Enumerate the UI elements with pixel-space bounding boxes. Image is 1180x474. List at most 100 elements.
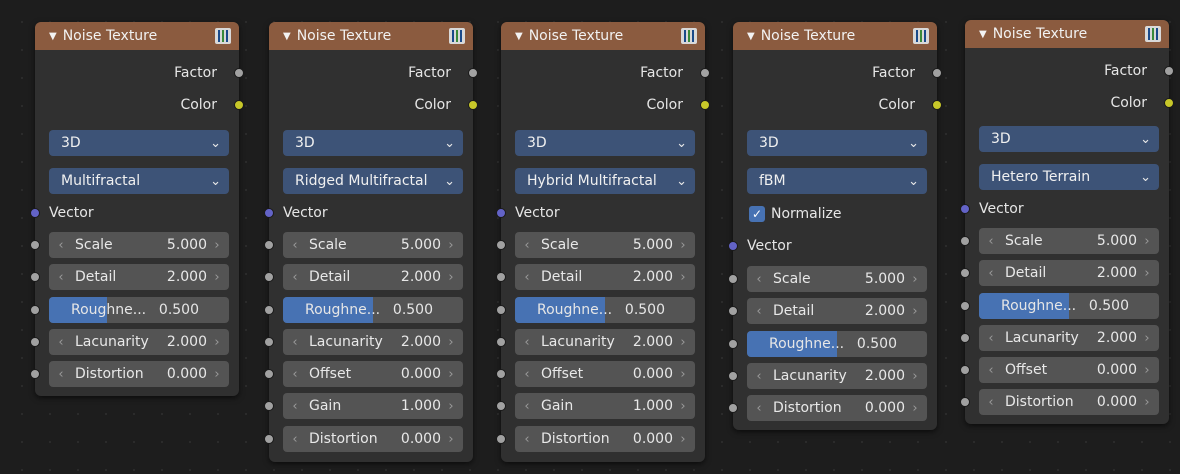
dimensions-dropdown[interactable]: 3D ⌄ [979,126,1159,152]
dimensions-dropdown[interactable]: 3D ⌄ [515,130,695,156]
increment-arrow-icon[interactable]: › [677,335,689,350]
lacunarity-field[interactable]: ‹ Lacunarity 2.000 › [49,329,229,355]
decrement-arrow-icon[interactable]: ‹ [55,238,67,253]
dimensions-dropdown[interactable]: 3D ⌄ [283,130,463,156]
decrement-arrow-icon[interactable]: ‹ [521,399,533,414]
checkmark-icon[interactable]: ✓ [749,206,765,222]
increment-arrow-icon[interactable]: › [909,401,921,416]
collapse-triangle-icon[interactable]: ▼ [49,31,57,42]
increment-arrow-icon[interactable]: › [677,432,689,447]
distortion-field[interactable]: ‹ Distortion 0.000 › [283,426,463,452]
vector-input-socket[interactable] [496,208,506,218]
increment-arrow-icon[interactable]: › [1141,234,1153,249]
roughness-slider[interactable]: Roughne... 0.500 [283,297,463,323]
scale-field[interactable]: ‹ Scale 5.000 › [49,232,229,258]
roughness-slider[interactable]: Roughne... 0.500 [747,331,927,357]
gain-input-socket[interactable] [496,401,506,411]
scale-input-socket[interactable] [496,240,506,250]
increment-arrow-icon[interactable]: › [445,238,457,253]
roughness-input-socket[interactable] [30,305,40,315]
node-header[interactable]: ▼ Noise Texture [965,20,1169,48]
decrement-arrow-icon[interactable]: ‹ [753,272,765,287]
roughness-input-socket[interactable] [960,301,970,311]
noise-texture-node-1[interactable]: ▼ Noise Texture Factor Color 3D ⌄ Multifr… [30,22,244,396]
lacunarity-field[interactable]: ‹ Lacunarity 2.000 › [283,329,463,355]
detail-field[interactable]: ‹ Detail 2.000 › [979,260,1159,286]
detail-field[interactable]: ‹ Detail 2.000 › [49,264,229,290]
distortion-input-socket[interactable] [728,403,738,413]
offset-input-socket[interactable] [496,369,506,379]
decrement-arrow-icon[interactable]: ‹ [289,432,301,447]
decrement-arrow-icon[interactable]: ‹ [985,395,997,410]
color-output-socket[interactable] [1164,98,1174,108]
decrement-arrow-icon[interactable]: ‹ [985,234,997,249]
gain-field[interactable]: ‹ Gain 1.000 › [515,393,695,419]
increment-arrow-icon[interactable]: › [909,369,921,384]
decrement-arrow-icon[interactable]: ‹ [753,401,765,416]
offset-field[interactable]: ‹ Offset 0.000 › [283,361,463,387]
roughness-slider[interactable]: Roughne... 0.500 [979,293,1159,319]
offset-input-socket[interactable] [960,365,970,375]
noise-texture-node-4[interactable]: ▼ Noise Texture Factor Color 3D ⌄ fBM ⌄ ✓ N… [728,22,942,430]
preview-toggle-icon[interactable] [913,28,929,44]
noise-texture-node-3[interactable]: ▼ Noise Texture Factor Color 3D ⌄ Hybrid … [496,22,710,462]
color-output-socket[interactable] [932,100,942,110]
decrement-arrow-icon[interactable]: ‹ [289,270,301,285]
distortion-input-socket[interactable] [496,434,506,444]
increment-arrow-icon[interactable]: › [211,238,223,253]
scale-field[interactable]: ‹ Scale 5.000 › [515,232,695,258]
decrement-arrow-icon[interactable]: ‹ [753,369,765,384]
increment-arrow-icon[interactable]: › [445,399,457,414]
noise-type-dropdown[interactable]: Hetero Terrain ⌄ [979,164,1159,190]
lacunarity-field[interactable]: ‹ Lacunarity 2.000 › [979,325,1159,351]
decrement-arrow-icon[interactable]: ‹ [55,270,67,285]
detail-field[interactable]: ‹ Detail 2.000 › [283,264,463,290]
noise-texture-node-5[interactable]: ▼ Noise Texture Factor Color 3D ⌄ Hetero … [960,20,1174,424]
offset-field[interactable]: ‹ Offset 0.000 › [979,357,1159,383]
vector-input-socket[interactable] [264,208,274,218]
increment-arrow-icon[interactable]: › [445,367,457,382]
detail-field[interactable]: ‹ Detail 2.000 › [747,298,927,324]
roughness-slider[interactable]: Roughne... 0.500 [49,297,229,323]
detail-input-socket[interactable] [264,272,274,282]
vector-input-socket[interactable] [960,204,970,214]
lacunarity-input-socket[interactable] [30,337,40,347]
detail-input-socket[interactable] [728,306,738,316]
lacunarity-field[interactable]: ‹ Lacunarity 2.000 › [747,363,927,389]
noise-type-dropdown[interactable]: Hybrid Multifractal ⌄ [515,168,695,194]
decrement-arrow-icon[interactable]: ‹ [521,270,533,285]
decrement-arrow-icon[interactable]: ‹ [289,335,301,350]
factor-output-socket[interactable] [1164,66,1174,76]
increment-arrow-icon[interactable]: › [1141,331,1153,346]
color-output-socket[interactable] [468,100,478,110]
increment-arrow-icon[interactable]: › [909,272,921,287]
distortion-field[interactable]: ‹ Distortion 0.000 › [979,389,1159,415]
gain-input-socket[interactable] [264,401,274,411]
detail-input-socket[interactable] [496,272,506,282]
preview-toggle-icon[interactable] [1145,26,1161,42]
collapse-triangle-icon[interactable]: ▼ [515,31,523,42]
decrement-arrow-icon[interactable]: ‹ [521,367,533,382]
collapse-triangle-icon[interactable]: ▼ [747,31,755,42]
increment-arrow-icon[interactable]: › [445,270,457,285]
increment-arrow-icon[interactable]: › [445,335,457,350]
node-header[interactable]: ▼ Noise Texture [269,22,473,50]
decrement-arrow-icon[interactable]: ‹ [985,266,997,281]
distortion-field[interactable]: ‹ Distortion 0.000 › [747,395,927,421]
offset-field[interactable]: ‹ Offset 0.000 › [515,361,695,387]
decrement-arrow-icon[interactable]: ‹ [521,238,533,253]
gain-field[interactable]: ‹ Gain 1.000 › [283,393,463,419]
lacunarity-input-socket[interactable] [960,333,970,343]
noise-type-dropdown[interactable]: Multifractal ⌄ [49,168,229,194]
distortion-input-socket[interactable] [960,397,970,407]
decrement-arrow-icon[interactable]: ‹ [985,331,997,346]
increment-arrow-icon[interactable]: › [677,367,689,382]
increment-arrow-icon[interactable]: › [211,335,223,350]
collapse-triangle-icon[interactable]: ▼ [979,29,987,40]
scale-input-socket[interactable] [960,236,970,246]
preview-toggle-icon[interactable] [681,28,697,44]
increment-arrow-icon[interactable]: › [445,432,457,447]
decrement-arrow-icon[interactable]: ‹ [289,238,301,253]
decrement-arrow-icon[interactable]: ‹ [753,304,765,319]
increment-arrow-icon[interactable]: › [909,304,921,319]
